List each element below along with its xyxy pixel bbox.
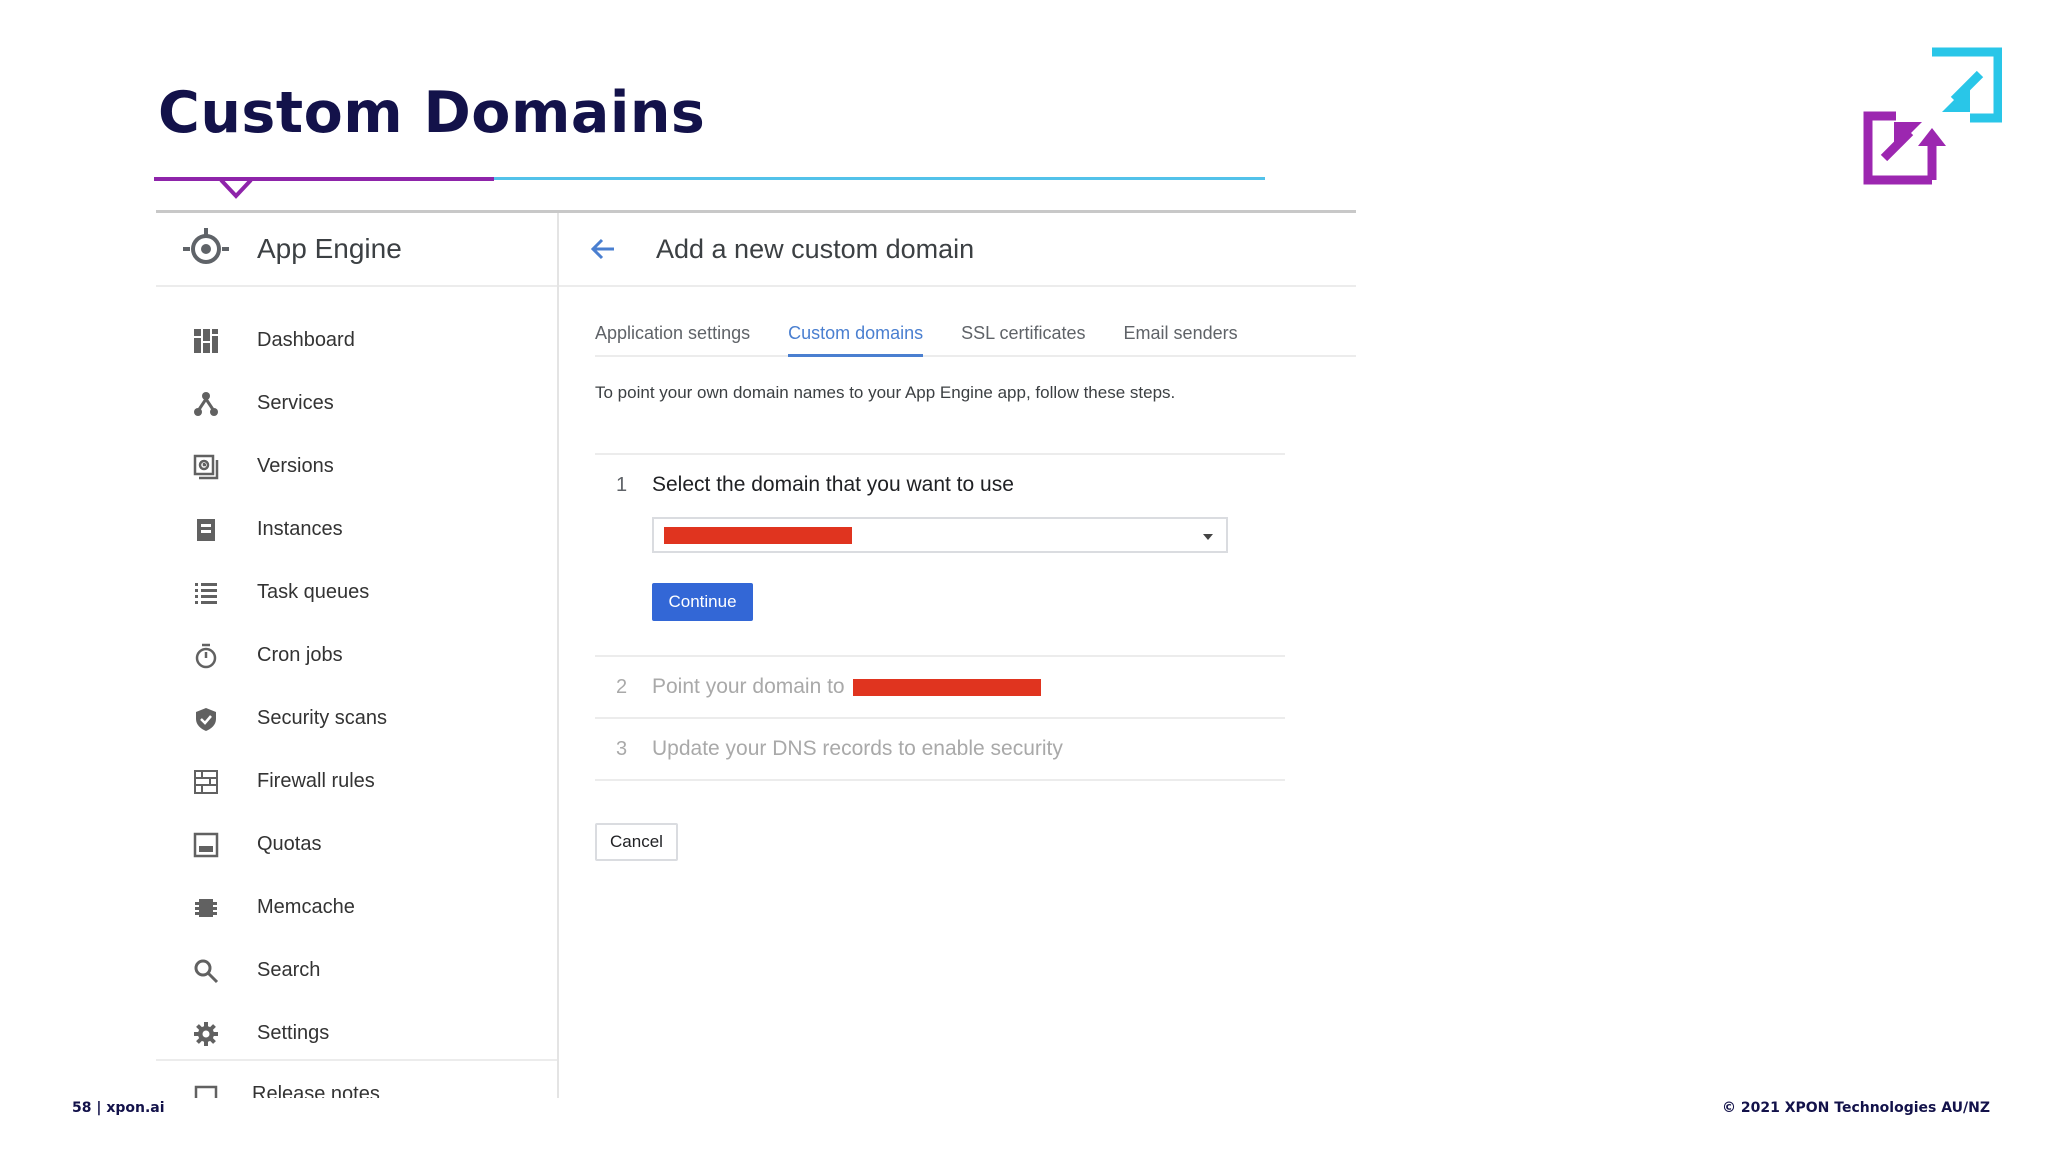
tab-ssl-certificates[interactable]: SSL certificates	[961, 315, 1085, 355]
sidebar-item-label: Services	[257, 392, 334, 414]
app-title: App Engine	[257, 233, 402, 264]
sidebar-divider	[156, 1059, 557, 1061]
step-title: Update your DNS records to enable securi…	[652, 737, 1063, 760]
sidebar-item-task-queues[interactable]: Task queues	[156, 561, 557, 624]
domain-steps: 1 Select the domain that you want to use…	[595, 453, 1285, 781]
step-title: Point your domain to	[652, 675, 845, 698]
sidebar-item-label: Firewall rules	[257, 770, 375, 792]
sidebar-item-memcache[interactable]: Memcache	[156, 876, 557, 939]
tab-bar: Application settings Custom domains SSL …	[595, 315, 1356, 357]
sidebar-item-label: Settings	[257, 1022, 330, 1044]
main-header: Add a new custom domain	[559, 213, 1356, 287]
sidebar-item-services[interactable]: Services	[156, 372, 557, 435]
versions-icon	[192, 453, 220, 481]
step-2: 2 Point your domain to	[595, 657, 1285, 717]
step-1-body: Continue	[595, 515, 1285, 655]
back-arrow-icon[interactable]	[588, 234, 618, 264]
tab-email-senders[interactable]: Email senders	[1124, 315, 1238, 355]
sidebar-item-label: Cron jobs	[257, 644, 343, 666]
instances-icon	[192, 516, 220, 544]
main-panel: Add a new custom domain Application sett…	[559, 213, 1356, 1098]
intro-text: To point your own domain names to your A…	[595, 383, 1176, 402]
title-underline-purple	[154, 177, 494, 181]
sidebar-item-label: Search	[257, 959, 321, 981]
tab-application-settings[interactable]: Application settings	[595, 315, 750, 355]
sidebar-item-label: Security scans	[257, 707, 388, 729]
redacted-domain	[664, 526, 852, 544]
tab-custom-domains[interactable]: Custom domains	[788, 315, 924, 357]
app-engine-icon	[178, 221, 234, 277]
sidebar-item-instances[interactable]: Instances	[156, 498, 557, 561]
sidebar-item-versions[interactable]: Versions	[156, 435, 557, 498]
step-number: 2	[616, 675, 628, 698]
app-engine-screenshot: App Engine Dashboard Services Versions I…	[156, 210, 1356, 1098]
settings-icon	[192, 1020, 220, 1048]
release-notes-icon	[192, 1083, 220, 1098]
slide-title: Custom Domains	[158, 80, 706, 146]
underline-notch	[219, 178, 253, 199]
sidebar-item-label: Quotas	[257, 833, 322, 855]
step-divider	[595, 779, 1285, 781]
sidebar-item-label: Versions	[257, 455, 334, 477]
slide-page-number: 58 | xpon.ai	[72, 1100, 165, 1116]
step-3: 3 Update your DNS records to enable secu…	[595, 719, 1285, 779]
step-title: Select the domain that you want to use	[652, 473, 1014, 496]
sidebar-item-label: Memcache	[257, 896, 355, 918]
slide-copyright: © 2021 XPON Technologies AU/NZ	[1722, 1100, 1990, 1116]
firewall-icon	[192, 768, 220, 796]
sidebar-item-dashboard[interactable]: Dashboard	[156, 309, 557, 372]
cron-jobs-icon	[192, 642, 220, 670]
sidebar-header: App Engine	[156, 213, 557, 287]
sidebar-item-label: Dashboard	[257, 329, 355, 351]
continue-button[interactable]: Continue	[652, 583, 753, 621]
sidebar-item-cron-jobs[interactable]: Cron jobs	[156, 624, 557, 687]
sidebar-item-label: Instances	[257, 518, 343, 540]
memcache-icon	[192, 894, 220, 922]
sidebar-item-search[interactable]: Search	[156, 939, 557, 1002]
dropdown-arrow-icon	[1203, 534, 1213, 540]
security-scans-icon	[192, 705, 220, 733]
quotas-icon	[192, 831, 220, 859]
task-queues-icon	[192, 579, 220, 607]
xpon-logo-icon	[1863, 47, 2002, 185]
redacted-target	[852, 678, 1041, 696]
step-number: 1	[616, 473, 628, 496]
sidebar-item-security-scans[interactable]: Security scans	[156, 687, 557, 750]
sidebar: App Engine Dashboard Services Versions I…	[156, 213, 559, 1098]
step-number: 3	[616, 737, 628, 760]
sidebar-item-release-notes[interactable]: Release notes	[156, 1079, 557, 1098]
sidebar-nav: Dashboard Services Versions Instances Ta…	[156, 309, 557, 1065]
sidebar-item-settings[interactable]: Settings	[156, 1002, 557, 1065]
search-icon	[192, 957, 220, 985]
domain-select[interactable]	[652, 517, 1228, 553]
title-underline-blue	[494, 177, 1265, 180]
sidebar-item-label: Task queues	[257, 581, 370, 603]
dashboard-icon	[192, 327, 220, 355]
step-1: 1 Select the domain that you want to use	[595, 455, 1285, 515]
cancel-button[interactable]: Cancel	[595, 823, 678, 861]
sidebar-item-label: Release notes	[252, 1083, 380, 1098]
sidebar-item-firewall-rules[interactable]: Firewall rules	[156, 750, 557, 813]
page-title: Add a new custom domain	[656, 233, 975, 264]
services-icon	[192, 390, 220, 418]
sidebar-item-quotas[interactable]: Quotas	[156, 813, 557, 876]
